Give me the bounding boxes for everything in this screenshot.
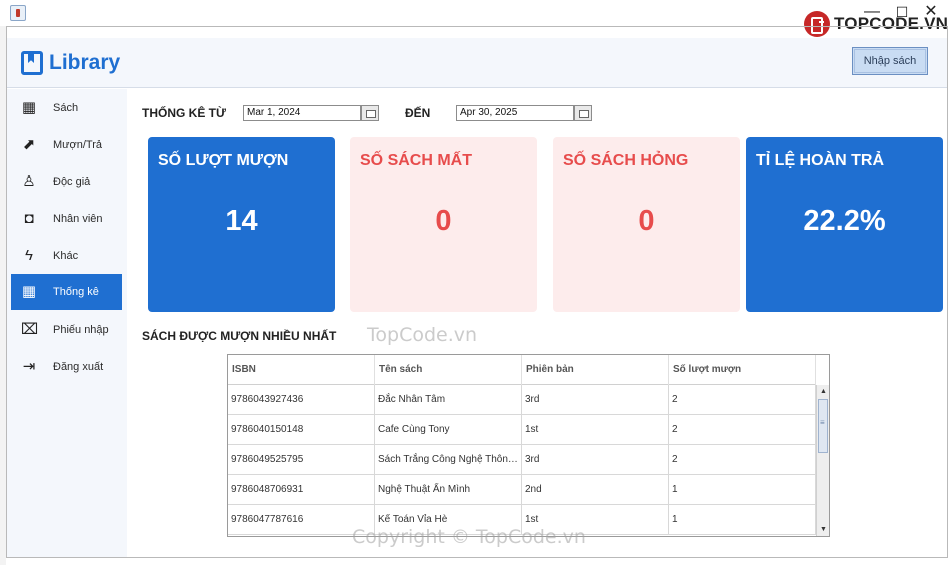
most-borrowed-table: ISBN Tên sách Phiên bản Số lượt mượn 978… — [227, 354, 830, 537]
import-books-button[interactable]: Nhập sách — [852, 47, 928, 75]
table-cell: 2 — [669, 445, 816, 475]
reader-icon: ♙ — [22, 173, 36, 190]
sidebar-item-label: Sách — [53, 102, 79, 114]
badge-icon: ◘ — [24, 210, 34, 227]
sidebar-item-label: Mượn/Trả — [53, 139, 103, 151]
table-cell: 2nd — [522, 475, 669, 505]
card-title: TỈ LỆ HOÀN TRẢ — [756, 152, 884, 169]
sidebar-item-4[interactable]: ϟ Khác — [11, 238, 122, 274]
column-header-borrow-count[interactable]: Số lượt mượn — [669, 355, 816, 385]
table-cell: 9786043927436 — [228, 385, 375, 415]
table-cell: 9786049525795 — [228, 445, 375, 475]
card-lost-books: SỐ SÁCH MẤT 0 — [350, 137, 537, 312]
scroll-thumb[interactable] — [818, 399, 828, 453]
column-header-isbn[interactable]: ISBN — [228, 355, 375, 385]
sidebar-item-1[interactable]: ⬈ Mượn/Trả — [11, 127, 122, 163]
sidebar-item-3[interactable]: ◘ Nhân viên — [11, 201, 122, 237]
card-title: SỐ LƯỢT MƯỢN — [158, 152, 289, 169]
card-value: 0 — [435, 205, 452, 237]
app-name: Library — [49, 51, 121, 74]
table-row[interactable]: 9786048706931 Nghệ Thuật Ẩn Mình 2nd 1 — [228, 475, 816, 505]
scroll-up-icon[interactable]: ▲ — [817, 385, 829, 398]
card-title: SỐ SÁCH MẤT — [360, 152, 472, 169]
card-value: 22.2% — [803, 205, 886, 237]
table-cell: 1 — [669, 475, 816, 505]
card-return-rate: TỈ LỆ HOÀN TRẢ 22.2% — [746, 137, 943, 312]
sidebar-item-label: Đăng xuất — [53, 361, 104, 373]
card-title: SỐ SÁCH HỎNG — [563, 152, 689, 169]
logout-icon: ⇥ — [22, 358, 36, 375]
column-header-edition[interactable]: Phiên bản — [522, 355, 669, 385]
grid-icon: ▦ — [21, 99, 37, 116]
column-header-title[interactable]: Tên sách — [375, 355, 522, 385]
sidebar-item-label: Nhân viên — [53, 213, 103, 225]
sidebar: ▦ Sách ⬈ Mượn/Trả ♙ Độc giả ◘ Nhân viên ϟ Khác ▦ Th… — [7, 89, 127, 557]
sidebar-item-label: Độc giả — [53, 176, 91, 188]
table-cell: 9786048706931 — [228, 475, 375, 505]
table-header: ISBN Tên sách Phiên bản Số lượt mượn — [228, 355, 816, 385]
from-date-field[interactable]: Mar 1, 2024 — [243, 105, 361, 121]
sidebar-item-0[interactable]: ▦ Sách — [11, 90, 122, 126]
to-date-field[interactable]: Apr 30, 2025 — [456, 105, 574, 121]
arrow-box-icon: ⬈ — [22, 136, 36, 153]
table-row[interactable]: 9786049525795 Sách Trắng Công Nghệ Thông … — [228, 445, 816, 475]
card-value: 14 — [225, 205, 258, 237]
app-logo: Library — [21, 51, 120, 75]
watermark-bottom: Copyright © TopCode.vn — [352, 526, 586, 548]
ticket-icon: ⌧ — [21, 321, 39, 338]
from-calendar-button[interactable] — [361, 105, 379, 121]
scroll-down-icon[interactable]: ▼ — [817, 523, 829, 536]
app-window: — ☐ ✕ TOPCODE.VN Library Nhập sách ▦ Sách… — [0, 0, 950, 565]
from-date-label: THỐNG KÊ TỪ — [142, 106, 226, 120]
table-body: 9786043927436 Đắc Nhân Tâm 3rd 2 97860401501… — [228, 385, 816, 535]
sidebar-item-2[interactable]: ♙ Độc giả — [11, 164, 122, 200]
card-value: 0 — [638, 205, 655, 237]
to-calendar-button[interactable] — [574, 105, 592, 121]
table-cell: 3rd — [522, 385, 669, 415]
table-cell: 1 — [669, 505, 816, 535]
table-cell: 2 — [669, 415, 816, 445]
sidebar-item-5[interactable]: ▦ Thống kê — [11, 274, 122, 310]
table-cell: 9786040150148 — [228, 415, 375, 445]
table-scrollbar[interactable]: ▲ ▼ — [816, 385, 829, 536]
to-date-label: ĐẾN — [405, 106, 431, 120]
book-icon — [21, 51, 43, 75]
sidebar-item-7[interactable]: ⇥ Đăng xuất — [11, 349, 122, 385]
table-cell: Cafe Cùng Tony — [375, 415, 522, 445]
table-cell: Nghệ Thuật Ẩn Mình — [375, 475, 522, 505]
sidebar-item-6[interactable]: ⌧ Phiếu nhập — [11, 312, 122, 348]
table-cell: Sách Trắng Công Nghệ Thông Tin — [375, 445, 522, 475]
table-cell: 2 — [669, 385, 816, 415]
card-borrow-count: SỐ LƯỢT MƯỢN 14 — [148, 137, 335, 312]
table-cell: 3rd — [522, 445, 669, 475]
header: Library Nhập sách — [7, 38, 947, 88]
sidebar-item-label: Khác — [53, 250, 79, 262]
table-cell: 1st — [522, 415, 669, 445]
sidebar-item-label: Phiếu nhập — [53, 324, 109, 336]
watermark-center: TopCode.vn — [367, 324, 478, 346]
card-damaged-books: SỐ SÁCH HỎNG 0 — [553, 137, 740, 312]
stats-grid-icon: ▦ — [21, 283, 37, 300]
most-borrowed-title: SÁCH ĐƯỢC MƯỢN NHIỀU NHẤT — [142, 329, 337, 343]
sidebar-item-label: Thống kê — [53, 286, 99, 298]
lightning-icon: ϟ — [25, 247, 33, 264]
table-row[interactable]: 9786043927436 Đắc Nhân Tâm 3rd 2 — [228, 385, 816, 415]
table-row[interactable]: 9786040150148 Cafe Cùng Tony 1st 2 — [228, 415, 816, 445]
java-app-icon — [10, 5, 26, 21]
table-cell: Đắc Nhân Tâm — [375, 385, 522, 415]
